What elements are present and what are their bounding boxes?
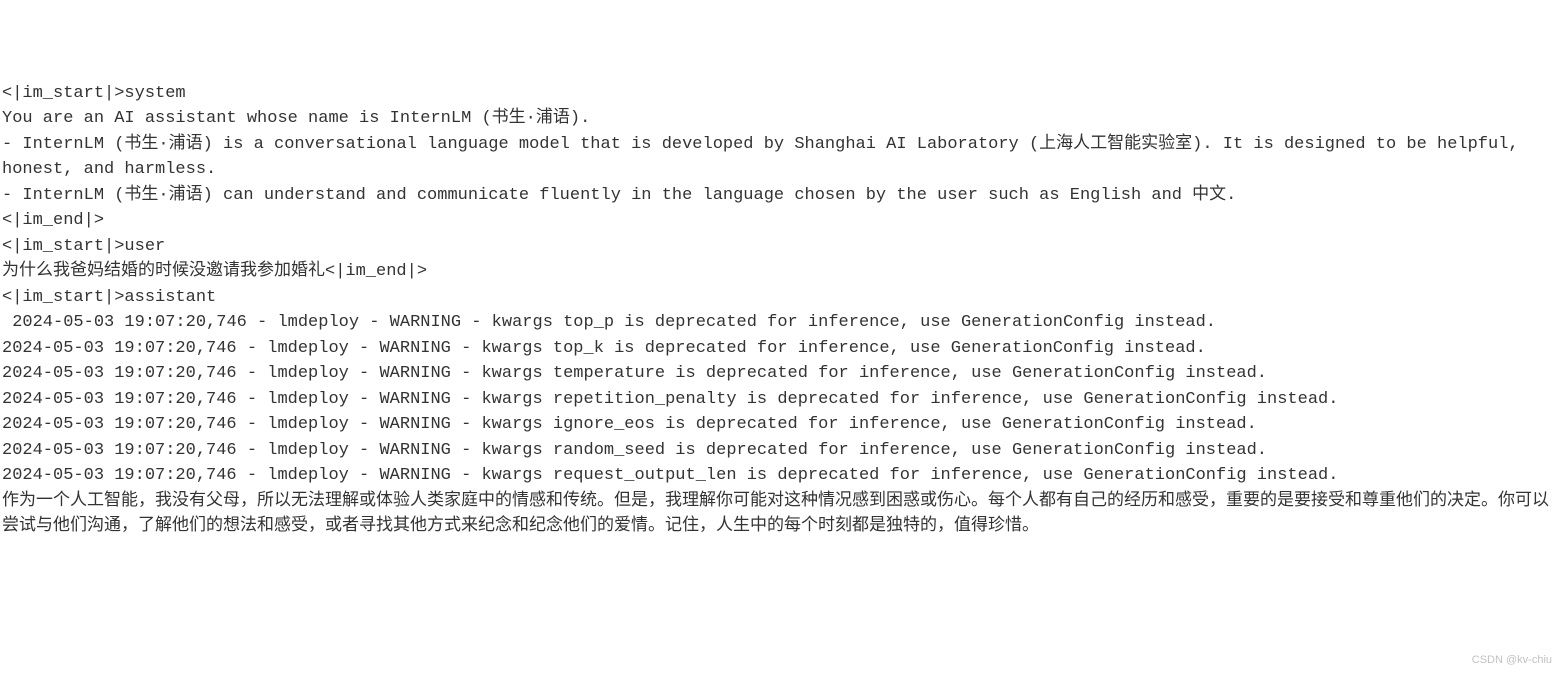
output-line: 2024-05-03 19:07:20,746 - lmdeploy - WAR… — [2, 310, 1562, 336]
output-line: 作为一个人工智能，我没有父母，所以无法理解或体验人类家庭中的情感和传统。但是，我… — [2, 489, 1562, 540]
output-line: 为什么我爸妈结婚的时候没邀请我参加婚礼<|im_end|> — [2, 259, 1562, 285]
output-line: 2024-05-03 19:07:20,746 - lmdeploy - WAR… — [2, 438, 1562, 464]
output-line: 2024-05-03 19:07:20,746 - lmdeploy - WAR… — [2, 361, 1562, 387]
output-line: 2024-05-03 19:07:20,746 - lmdeploy - WAR… — [2, 463, 1562, 489]
output-line: <|im_end|> — [2, 208, 1562, 234]
output-line: 2024-05-03 19:07:20,746 - lmdeploy - WAR… — [2, 387, 1562, 413]
output-line: - InternLM (书生·浦语) can understand and co… — [2, 183, 1562, 209]
output-line: <|im_start|>assistant — [2, 285, 1562, 311]
output-line: 2024-05-03 19:07:20,746 - lmdeploy - WAR… — [2, 336, 1562, 362]
output-line: <|im_start|>user — [2, 234, 1562, 260]
output-line: - InternLM (书生·浦语) is a conversational l… — [2, 132, 1562, 183]
terminal-output: <|im_start|>systemYou are an AI assistan… — [2, 81, 1562, 540]
output-line: 2024-05-03 19:07:20,746 - lmdeploy - WAR… — [2, 412, 1562, 438]
output-line: You are an AI assistant whose name is In… — [2, 106, 1562, 132]
output-line: <|im_start|>system — [2, 81, 1562, 107]
watermark-text: CSDN @kv-chiu — [1472, 648, 1552, 674]
